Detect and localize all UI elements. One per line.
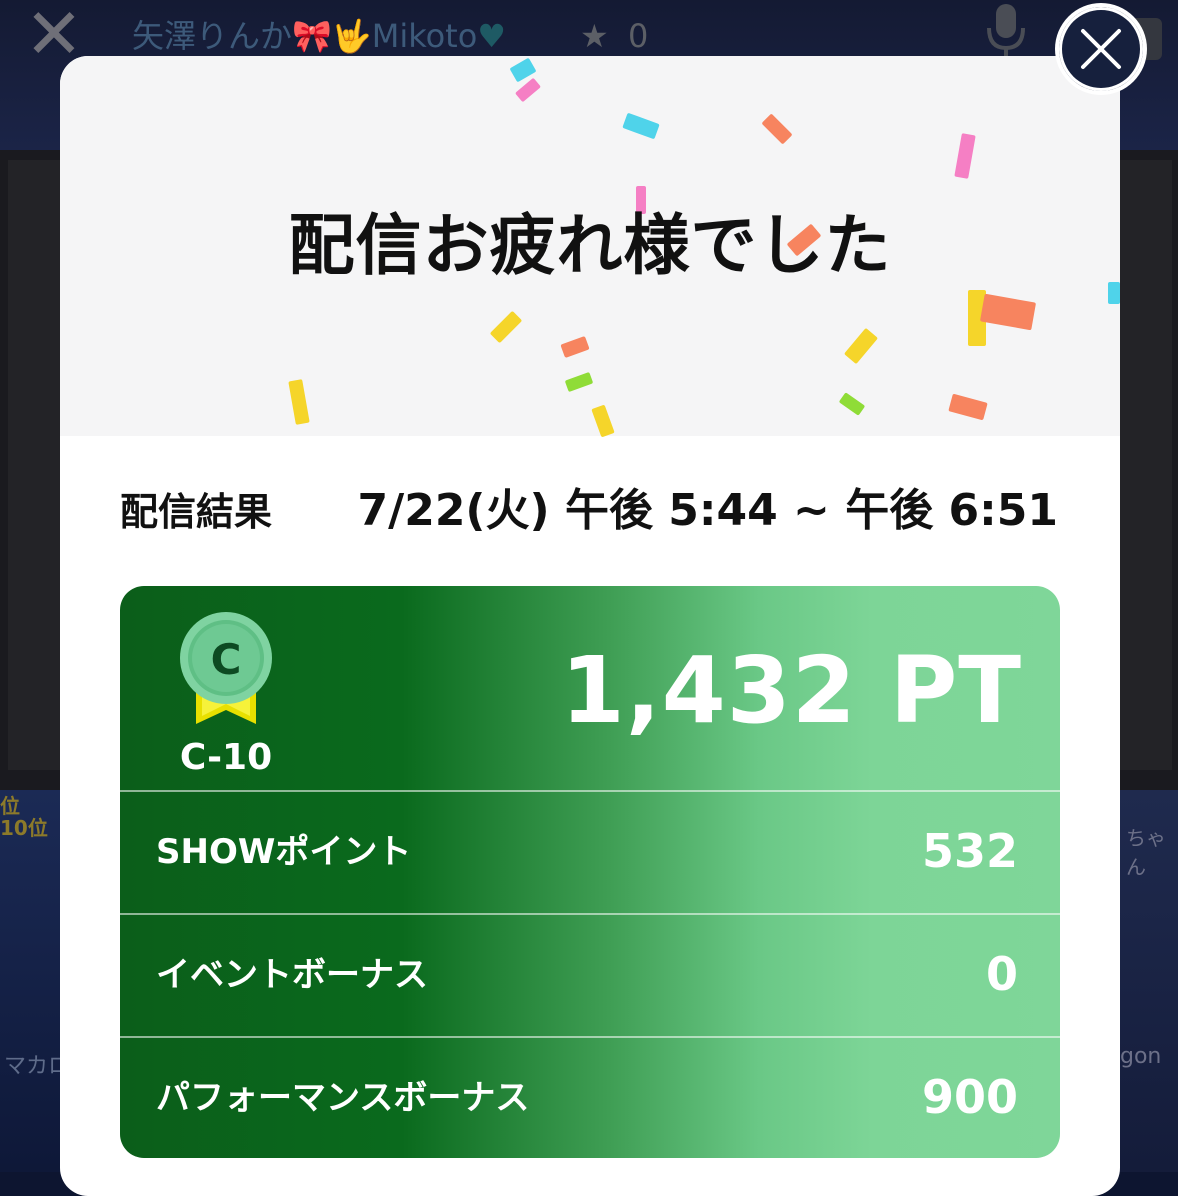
rank-medal-letter: C	[211, 635, 242, 684]
background-stream-title: 矢澤りんか🎀🤟Mikoto♥	[132, 14, 506, 58]
confetti-piece	[622, 112, 660, 140]
close-icon	[1081, 29, 1121, 69]
confetti-piece	[948, 393, 988, 421]
stream-title-text: 矢澤りんか	[132, 17, 293, 55]
star-count: 0	[628, 17, 649, 55]
score-row-value: 900	[921, 1070, 1018, 1124]
hand-icon: 🤟	[331, 17, 372, 55]
score-card-summary: C C-10 1,432 PT	[120, 586, 1060, 790]
stream-result-modal: 配信お疲れ様でした 配信結果 7/22(火) 午後 5:44 ~ 午後 6:51…	[60, 56, 1120, 1196]
result-time-range: 7/22(火) 午後 5:44 ~ 午後 6:51	[357, 485, 1058, 536]
stream-title-suffix: Mikoto	[371, 17, 478, 55]
confetti-piece	[954, 133, 976, 179]
score-row-label: パフォーマンスボーナス	[156, 1078, 530, 1118]
background-left-thumbnail	[0, 790, 60, 1172]
confetti-piece	[288, 379, 310, 425]
background-left-rank: 位 10位	[0, 794, 48, 840]
score-row-value: 0	[985, 947, 1018, 1001]
total-points: 1,432 PT	[560, 637, 1022, 744]
confetti-piece	[564, 371, 594, 393]
close-button[interactable]	[1056, 4, 1146, 94]
bow-icon: 🎀	[292, 17, 332, 55]
rank-label: C-10	[179, 737, 273, 778]
score-row-label: イベントボーナス	[156, 955, 428, 995]
result-label: 配信結果	[120, 490, 273, 534]
score-row-show-points: SHOWポイント 532	[120, 790, 1060, 912]
confetti-piece	[591, 404, 615, 438]
confetti-piece	[560, 335, 590, 359]
modal-title: 配信お疲れ様でした	[288, 207, 892, 284]
confetti-piece	[489, 310, 523, 344]
microphone-icon	[987, 4, 1025, 58]
rank-medal-icon: C	[180, 612, 272, 724]
score-row-event-bonus: イベントボーナス 0	[120, 913, 1060, 1035]
score-row-performance-bonus: パフォーマンスボーナス 900	[120, 1036, 1060, 1158]
confetti-piece	[838, 392, 866, 416]
background-right-name: gon	[1120, 1044, 1162, 1069]
confetti-piece	[979, 293, 1037, 331]
confetti-piece	[761, 113, 793, 145]
score-row-value: 532	[921, 824, 1018, 878]
score-row-label: SHOWポイント	[156, 832, 412, 872]
heart-icon: ♥	[477, 17, 506, 55]
confetti-piece	[843, 327, 879, 365]
background-right-top-name: ちゃん	[1126, 826, 1166, 879]
star-icon: ★	[580, 17, 609, 55]
score-card: C C-10 1,432 PT SHOWポイント 532 イベントボーナス 0 …	[120, 586, 1060, 1158]
